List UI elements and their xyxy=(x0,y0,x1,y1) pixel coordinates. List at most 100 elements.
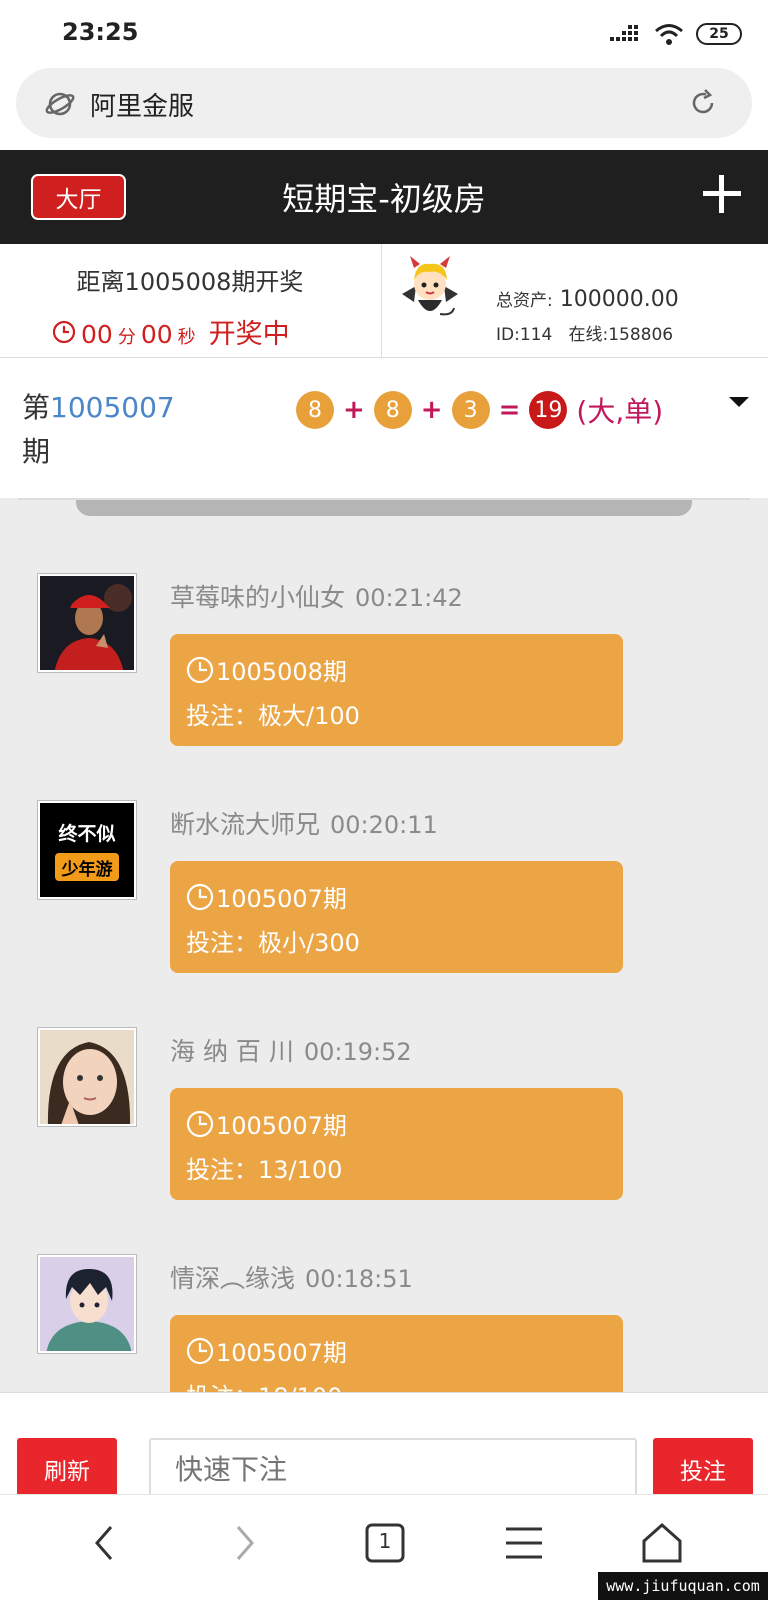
bubble-period-line: 1005007期 xyxy=(186,879,347,914)
period-suffix: 期 xyxy=(22,435,51,468)
bet-bubble: 1005007期 投注：18/100 xyxy=(170,1315,623,1392)
plus-sign: + xyxy=(343,395,365,425)
bubble-period-line: 1005008期 xyxy=(186,652,347,687)
online-count: 在线:158806 xyxy=(568,325,674,345)
avatar-image xyxy=(40,1030,134,1124)
bet-bubble: 1005008期 投注：极大/100 xyxy=(170,634,623,746)
status-bar: 23:25 25 xyxy=(0,0,768,66)
tab-count: 1 xyxy=(378,1529,392,1553)
message-meta: 草莓味的小仙女 00:21:42 xyxy=(170,578,463,614)
period-prefix: 第 xyxy=(22,391,51,424)
bubble-period-line: 1005007期 xyxy=(186,1106,347,1141)
bubble-bet: 投注：18/100 xyxy=(186,1377,342,1392)
quick-bet-input[interactable] xyxy=(149,1438,637,1500)
url-text: 阿里金服 xyxy=(90,92,195,122)
result-tag: (大,单) xyxy=(576,395,664,428)
bubble-bet: 投注：极小/300 xyxy=(186,929,360,957)
avatar[interactable]: 终不似 少年游 xyxy=(38,801,136,899)
signal-icon xyxy=(610,25,638,41)
bubble-bet: 投注：13/100 xyxy=(186,1156,343,1184)
clock-icon xyxy=(52,320,76,343)
tabs-button[interactable]: 1 xyxy=(357,1515,413,1571)
message-meta: 断水流大师兄 00:20:11 xyxy=(170,805,438,841)
info-panel: 距离1005008期开奖 00 分 00 秒 开奖中 总资产: 100000.0… xyxy=(0,244,768,358)
app-header: 大厅 短期宝-初级房 xyxy=(0,150,768,244)
chat-area[interactable]: 草莓味的小仙女 00:21:42 1005008期 投注：极大/100 终不似 少… xyxy=(0,498,768,1392)
avatar-text-bottom: 少年游 xyxy=(55,853,119,881)
bubble-period: 1005007期 xyxy=(216,1112,347,1140)
last-result-row[interactable]: 第1005007 期 8 + 8 + 3 = 19 (大,单) xyxy=(0,358,768,498)
bubble-period-line: 1005007期 xyxy=(186,1333,347,1368)
avatar-image xyxy=(40,576,134,670)
draw-status: 开奖中 xyxy=(208,319,290,350)
clock-icon xyxy=(186,883,214,910)
notice-bar xyxy=(76,498,692,516)
divider xyxy=(381,244,382,358)
clock-icon xyxy=(186,1110,214,1137)
account-id-line: ID:114 在线:158806 xyxy=(496,320,673,345)
divider xyxy=(18,498,750,500)
watermark: www.jiufuquan.com xyxy=(598,1572,768,1600)
result-period: 第1005007 期 xyxy=(22,386,192,474)
input-bar: 刷新 投注 xyxy=(0,1392,768,1500)
result-ball: 8 xyxy=(373,391,412,429)
sender-name: 断水流大师兄 xyxy=(170,810,321,839)
equals-sign: = xyxy=(498,395,521,425)
refresh-button[interactable]: 刷新 xyxy=(17,1438,117,1500)
countdown: 00 分 00 秒 开奖中 xyxy=(52,312,290,351)
bet-bubble: 1005007期 投注：极小/300 xyxy=(170,861,623,973)
forward-icon[interactable] xyxy=(216,1515,272,1571)
status-time: 23:25 xyxy=(62,18,139,46)
menu-icon[interactable] xyxy=(496,1515,552,1571)
bet-bubble: 1005007期 投注：13/100 xyxy=(170,1088,623,1200)
message-time: 00:21:42 xyxy=(355,584,463,612)
wifi-icon xyxy=(655,24,683,45)
countdown-minutes: 00 xyxy=(81,320,113,349)
sender-name: 草莓味的小仙女 xyxy=(170,583,346,612)
clock-icon xyxy=(186,656,214,683)
bubble-period: 1005008期 xyxy=(216,658,347,686)
result-formula: 8 + 8 + 3 = 19 (大,单) xyxy=(296,390,663,430)
plus-sign: + xyxy=(420,395,443,425)
assets-value: 100000.00 xyxy=(559,287,679,312)
minutes-unit: 分 xyxy=(117,327,136,348)
bubble-period: 1005007期 xyxy=(216,1339,347,1367)
user-id: ID:114 xyxy=(496,325,553,345)
message-time: 00:19:52 xyxy=(303,1038,412,1066)
clock-icon xyxy=(186,1337,214,1364)
assets-label: 总资产: xyxy=(496,291,553,311)
plus-icon[interactable] xyxy=(700,172,744,216)
result-ball: 8 xyxy=(296,391,334,429)
url-bar[interactable]: 阿里金服 xyxy=(16,68,752,138)
avatar[interactable] xyxy=(38,1255,136,1353)
devil-avatar-icon xyxy=(402,256,458,316)
avatar[interactable] xyxy=(38,1028,136,1126)
bubble-period: 1005007期 xyxy=(216,885,347,913)
message-time: 00:18:51 xyxy=(305,1265,413,1293)
status-icons: 25 xyxy=(610,20,742,48)
battery-icon: 25 xyxy=(696,23,742,45)
avatar[interactable] xyxy=(38,574,136,672)
page-title: 短期宝-初级房 xyxy=(282,180,486,218)
message-time: 00:20:11 xyxy=(330,811,438,839)
back-icon[interactable] xyxy=(77,1515,133,1571)
avatar-image xyxy=(40,1257,134,1351)
bet-button[interactable]: 投注 xyxy=(653,1438,753,1500)
countdown-label: 距离1005008期开奖 xyxy=(76,268,304,296)
home-icon[interactable] xyxy=(634,1515,690,1571)
reload-icon[interactable] xyxy=(688,88,718,118)
planet-icon xyxy=(45,92,75,116)
message-meta: 海 纳 百 川 00:19:52 xyxy=(170,1032,412,1068)
countdown-seconds: 00 xyxy=(140,320,173,349)
avatar-text-top: 终不似 xyxy=(58,823,116,845)
caret-down-icon[interactable] xyxy=(727,394,751,410)
result-ball: 3 xyxy=(451,391,490,429)
message-meta: 情深︵缘浅 00:18:51 xyxy=(170,1259,413,1295)
result-sum: 19 xyxy=(529,391,568,429)
sender-name: 海 纳 百 川 xyxy=(170,1037,294,1066)
sender-name: 情深︵缘浅 xyxy=(170,1264,296,1293)
seconds-unit: 秒 xyxy=(177,327,196,348)
total-assets: 总资产: 100000.00 xyxy=(496,286,679,312)
bubble-bet: 投注：极大/100 xyxy=(186,702,360,730)
period-number: 1005007 xyxy=(50,391,175,424)
